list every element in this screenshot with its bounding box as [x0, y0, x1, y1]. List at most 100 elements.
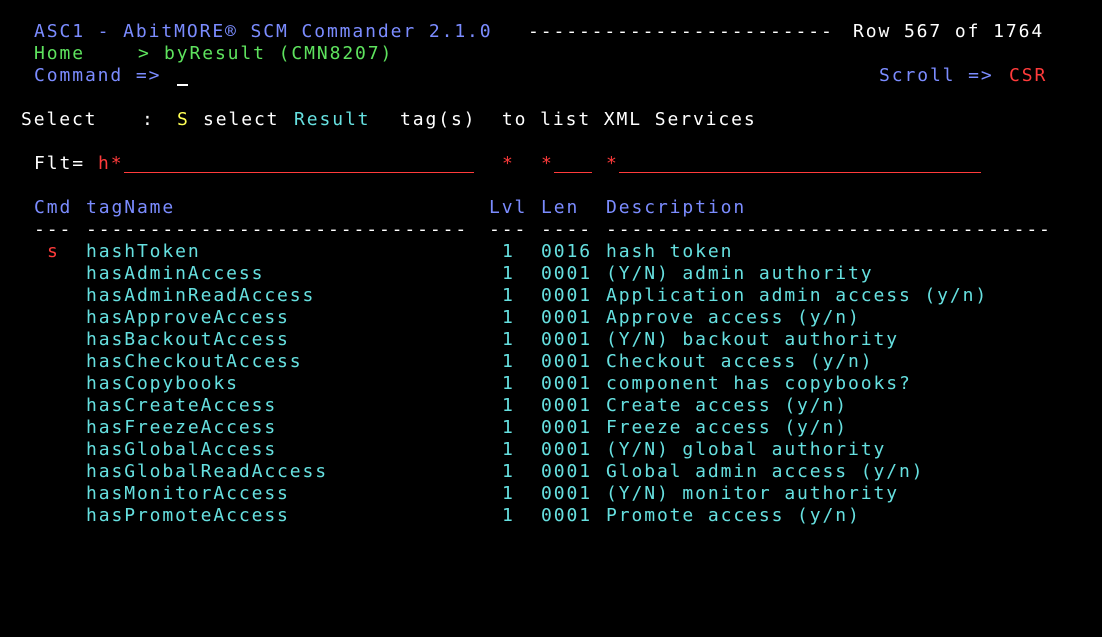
row-info: Row 567 of 1764	[853, 21, 1045, 42]
title-bar: ASC1 - AbitMORE® SCM Commander 2.1.0 ---…	[0, 21, 1042, 43]
filter-desc-underline	[619, 172, 981, 173]
breadcrumb-home[interactable]: Home	[34, 43, 85, 65]
select-result-word: Result	[294, 109, 371, 130]
row-len: 0001	[541, 439, 592, 460]
row-description: (Y/N) global authority	[606, 439, 887, 460]
row-lvl: 1	[502, 417, 515, 438]
row-len: 0001	[541, 505, 592, 526]
filter-lvl-input[interactable]: *	[502, 153, 515, 175]
row-len: 0001	[541, 395, 592, 416]
row-description: hash token	[606, 241, 734, 262]
row-description: component has copybooks?	[606, 373, 912, 394]
header-cmd: Cmd	[34, 197, 73, 218]
row-len: 0001	[541, 307, 592, 328]
row-description: Application admin access (y/n)	[606, 285, 989, 306]
row-lvl: 1	[502, 307, 515, 328]
header-len: Len	[541, 197, 580, 218]
row-tagname: hasApproveAccess	[86, 307, 290, 328]
filter-len-input[interactable]: *	[541, 153, 554, 175]
table-row[interactable]: hasBackoutAccess 1 0001 (Y/N) backout au…	[0, 329, 897, 351]
row-lvl: 1	[502, 395, 515, 416]
row-description: Freeze access (y/n)	[606, 417, 849, 438]
row-tagname: hasGlobalReadAccess	[86, 461, 329, 482]
select-colon: :	[142, 109, 155, 130]
table-row[interactable]: s hashToken 1 0016 hash token	[0, 241, 731, 263]
row-description: Create access (y/n)	[606, 395, 849, 416]
row-lvl: 1	[502, 505, 515, 526]
select-cmd-letter: S	[177, 109, 190, 130]
table-row[interactable]: hasAdminAccess 1 0001 (Y/N) admin author…	[0, 263, 872, 285]
header-description: Description	[606, 197, 747, 218]
row-tagname: hasPromoteAccess	[86, 505, 290, 526]
row-len: 0001	[541, 351, 592, 372]
row-tagname: hasCheckoutAccess	[86, 351, 303, 372]
row-len: 0001	[541, 417, 592, 438]
row-tagname: hasGlobalAccess	[86, 439, 278, 460]
row-lvl: 1	[502, 483, 515, 504]
row-len: 0001	[541, 373, 592, 394]
row-len: 0001	[541, 461, 592, 482]
row-description: (Y/N) backout authority	[606, 329, 899, 350]
row-len: 0001	[541, 483, 592, 504]
table-row[interactable]: hasFreezeAccess 1 0001 Freeze access (y/…	[0, 417, 846, 439]
row-description: (Y/N) monitor authority	[606, 483, 899, 504]
row-tagname: hasBackoutAccess	[86, 329, 290, 350]
table-row[interactable]: hasApproveAccess 1 0001 Approve access (…	[0, 307, 859, 329]
table-row[interactable]: hasCreateAccess 1 0001 Create access (y/…	[0, 395, 846, 417]
scroll-input[interactable]: CSR	[1009, 65, 1047, 87]
table-row[interactable]: hasCopybooks 1 0001 component has copybo…	[0, 373, 910, 395]
separator-len: ----	[541, 219, 592, 240]
row-cmd-input[interactable]: s	[47, 241, 60, 263]
filter-tagname-underline	[124, 172, 474, 173]
command-input[interactable]	[177, 84, 188, 86]
row-lvl: 1	[502, 241, 515, 262]
header-tagname: tagName	[86, 197, 176, 218]
row-tagname: hasMonitorAccess	[86, 483, 290, 504]
filter-tagname-input[interactable]: h*	[98, 153, 123, 175]
header-lvl: Lvl	[489, 197, 528, 218]
filter-desc-input[interactable]: *	[606, 153, 619, 175]
row-lvl: 1	[502, 263, 515, 284]
app-title: ASC1 - AbitMORE® SCM Commander 2.1.0	[34, 21, 493, 42]
separator-tagname: ------------------------------	[86, 219, 469, 240]
row-len: 0001	[541, 263, 592, 284]
row-lvl: 1	[502, 329, 515, 350]
row-tagname: hasFreezeAccess	[86, 417, 278, 438]
separator-description: -----------------------------------	[606, 219, 1052, 240]
filter-len-underline	[554, 172, 592, 173]
row-lvl: 1	[502, 461, 515, 482]
filter-line: Flt= h* * * *	[0, 153, 981, 175]
table-row[interactable]: hasGlobalAccess 1 0001 (Y/N) global auth…	[0, 439, 884, 461]
row-lvl: 1	[502, 351, 515, 372]
command-label: Command =>	[34, 65, 162, 86]
row-tagname: hasAdminReadAccess	[86, 285, 316, 306]
table-separator: --- ------------------------------ --- -…	[0, 219, 1050, 241]
row-description: Global admin access (y/n)	[606, 461, 925, 482]
row-tagname: hasCreateAccess	[86, 395, 278, 416]
row-description: Checkout access (y/n)	[606, 351, 874, 372]
table-row[interactable]: hasMonitorAccess 1 0001 (Y/N) monitor au…	[0, 483, 897, 505]
scroll-label: Scroll =>	[879, 65, 994, 86]
row-tagname: hasCopybooks	[86, 373, 239, 394]
breadcrumb-current: byResult (CMN8207)	[164, 43, 394, 64]
row-len: 0001	[541, 329, 592, 350]
select-description: tag(s) to list XML Services	[400, 109, 757, 130]
table-row[interactable]: hasGlobalReadAccess 1 0001 Global admin …	[0, 461, 923, 483]
title-dashes: ------------------------	[528, 21, 834, 42]
row-len: 0016	[541, 241, 592, 262]
filter-label: Flt=	[34, 153, 85, 174]
row-description: Approve access (y/n)	[606, 307, 861, 328]
separator-cmd: ---	[34, 219, 73, 240]
breadcrumb-separator: >	[138, 43, 151, 64]
table-row[interactable]: hasCheckoutAccess 1 0001 Checkout access…	[0, 351, 872, 373]
row-len: 0001	[541, 285, 592, 306]
row-lvl: 1	[502, 439, 515, 460]
row-description: (Y/N) admin authority	[606, 263, 874, 284]
table-header: Cmd tagName Lvl Len Description	[0, 197, 744, 219]
select-instructions: Select : S select Result tag(s) to list …	[0, 109, 755, 131]
table-row[interactable]: hasPromoteAccess 1 0001 Promote access (…	[0, 505, 859, 527]
row-tagname: hasAdminAccess	[86, 263, 265, 284]
row-description: Promote access (y/n)	[606, 505, 861, 526]
table-row[interactable]: hasAdminReadAccess 1 0001 Application ad…	[0, 285, 986, 307]
select-verb: select	[203, 109, 280, 130]
